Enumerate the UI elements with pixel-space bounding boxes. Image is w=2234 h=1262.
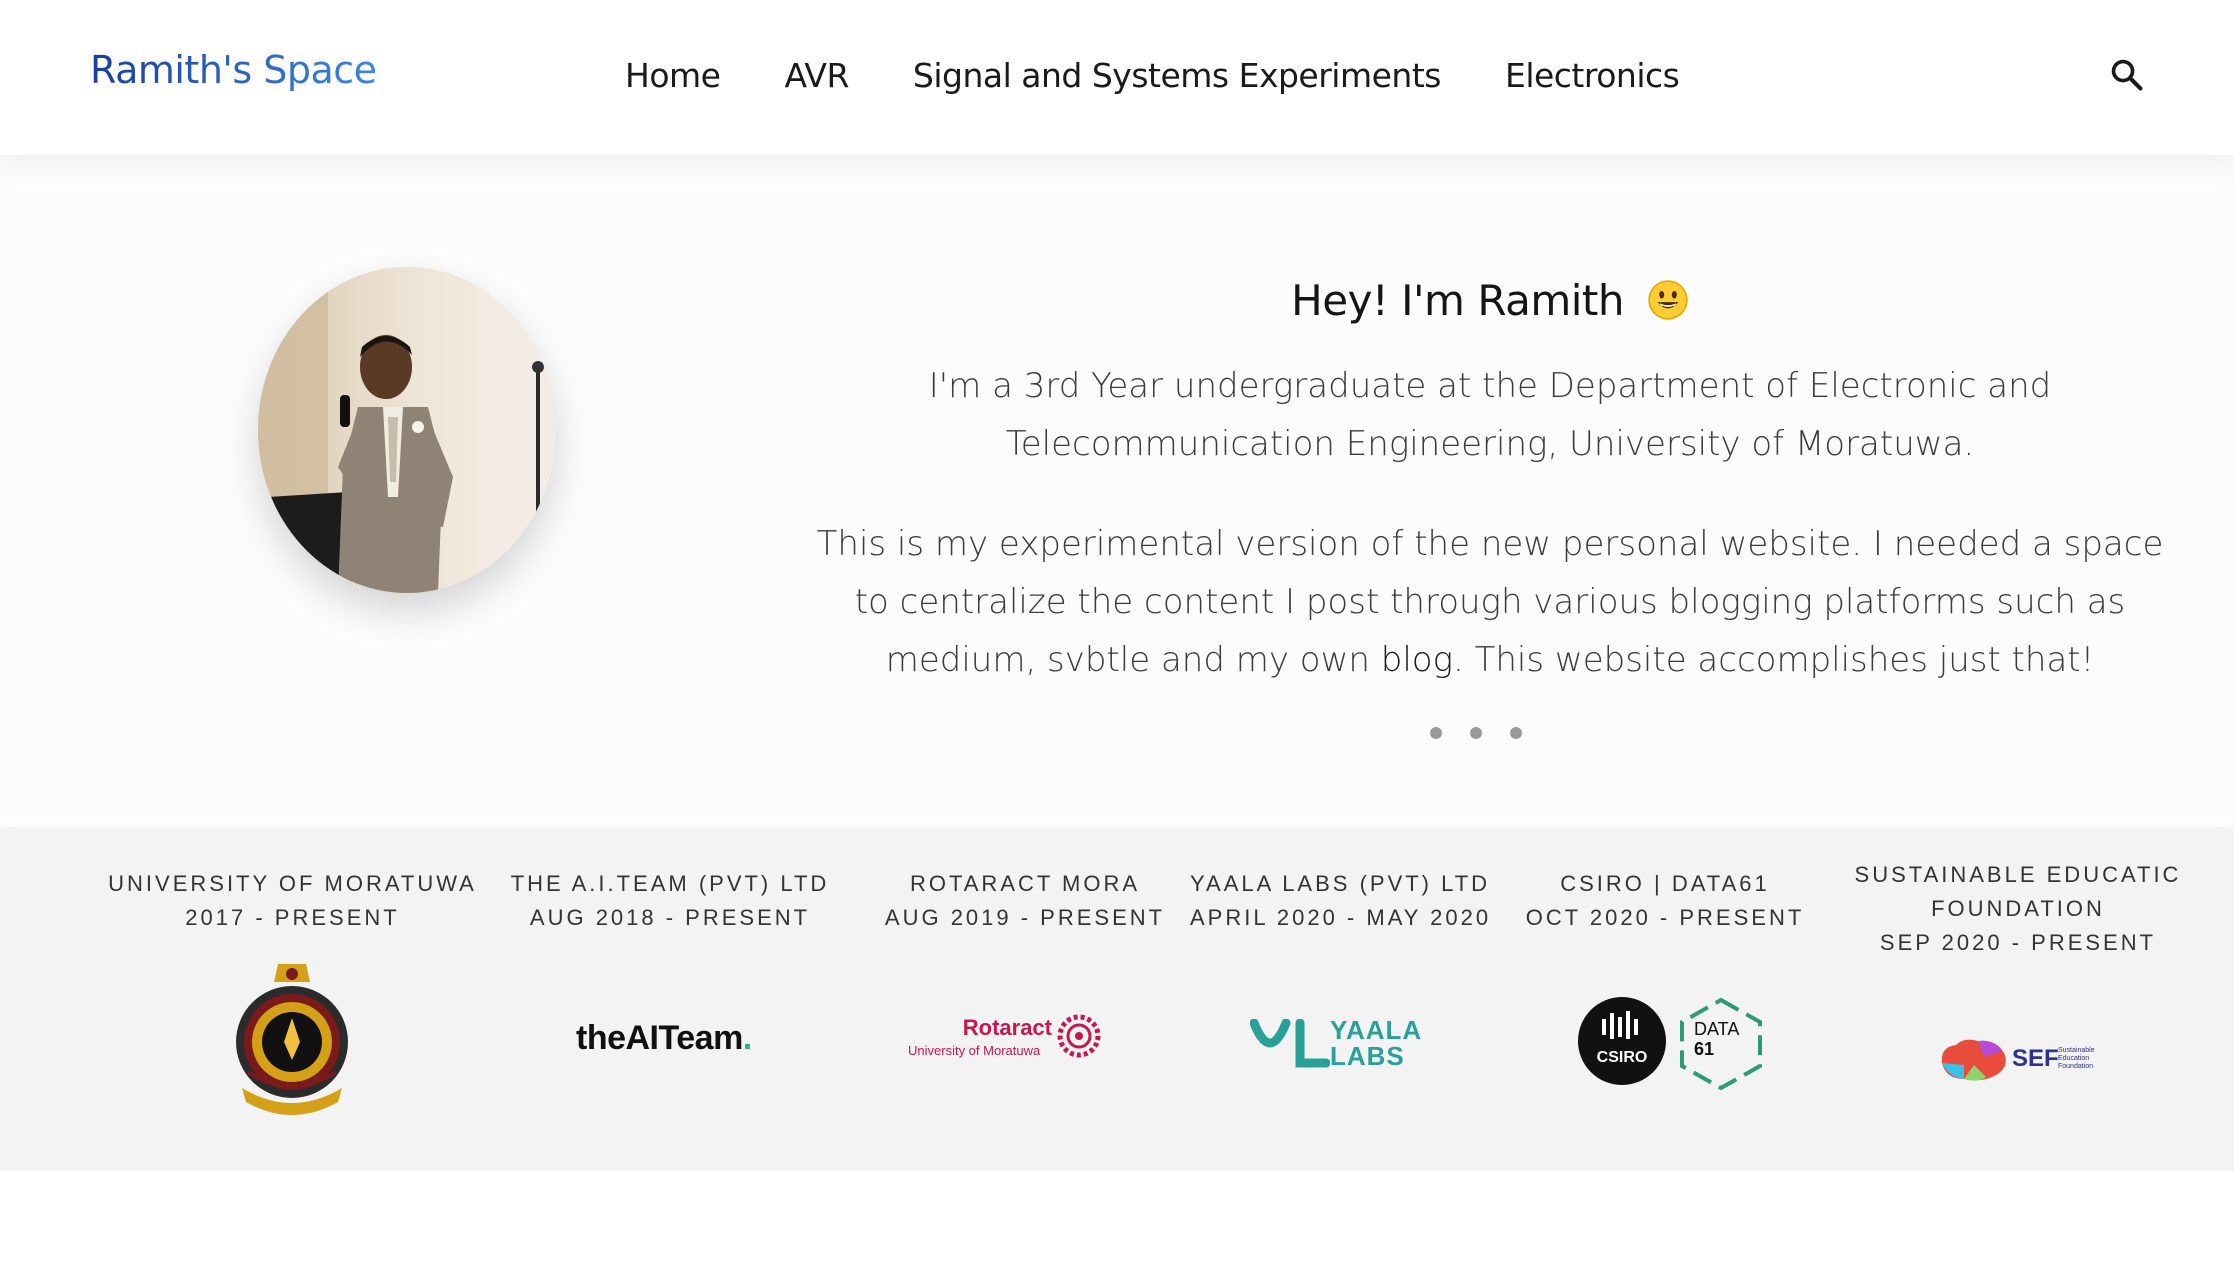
carousel-dot-3[interactable] <box>1510 727 1522 739</box>
carousel-dot-2[interactable] <box>1470 727 1482 739</box>
greeting-text: Hey! I'm Ramith <box>1291 276 1624 325</box>
university-of-moratuwa-logo <box>236 964 348 1115</box>
yaala-logo-text: YAALA <box>1330 1015 1423 1045</box>
smile-emoji-icon <box>1648 280 1688 320</box>
main-nav: Home AVR Signal and Systems Experiments … <box>625 56 1680 95</box>
yaala-labs-logo: YAALA LABS <box>1250 1015 1430 1075</box>
csiro-badge: CSIRO <box>1578 997 1666 1085</box>
labs-logo-text: LABS <box>1330 1041 1405 1071</box>
ai-team-logo-dot: . <box>742 1019 752 1057</box>
affiliation-university-of-moratuwa: UNIVERSITY OF MORATUWA 2017 - PRESENT <box>100 867 485 935</box>
data-logo-text: DATA <box>1694 1019 1740 1039</box>
ai-team-logo: theAITeam. <box>576 1019 752 1058</box>
site-brand-link[interactable]: Ramith's Space <box>90 48 377 92</box>
sef-logo-text: SEF <box>2012 1045 2059 1072</box>
profile-photo <box>258 267 556 593</box>
hero-section: Hey! I'm Ramith I'm a 3rd Year undergrad… <box>0 155 2234 827</box>
rotaract-logo-text: Rotaract <box>962 1015 1052 1040</box>
intro-paragraph-2: This is my experimental version of the n… <box>800 515 2180 689</box>
ai-team-logo-text: theAITeam <box>576 1019 743 1057</box>
carousel-dots <box>1430 727 1522 739</box>
nav-signal-systems[interactable]: Signal and Systems Experiments <box>913 56 1442 95</box>
nav-avr[interactable]: AVR <box>784 56 849 95</box>
yaala-mark-icon <box>1250 1019 1330 1068</box>
affiliation-name: SUSTAINABLE EDUCATIC <box>1854 862 2182 887</box>
affiliation-name: CSIRO | DATA61 <box>1560 871 1770 896</box>
greeting-heading: Hey! I'm Ramith <box>800 265 2180 337</box>
affiliation-name: YAALA LABS (PVT) LTD <box>1190 871 1491 896</box>
affiliation-csiro-data61: CSIRO | DATA61 OCT 2020 - PRESENT <box>1515 867 1815 935</box>
affiliation-period: APRIL 2020 - MAY 2020 <box>1190 905 1492 930</box>
nav-electronics[interactable]: Electronics <box>1505 56 1680 95</box>
carousel-dot-1[interactable] <box>1430 727 1442 739</box>
affiliation-rotaract-mora: ROTARACT MORA AUG 2019 - PRESENT <box>860 867 1190 935</box>
affiliation-ai-team: THE A.I.TEAM (PVT) LTD AUG 2018 - PRESEN… <box>490 867 850 935</box>
search-button[interactable] <box>2108 56 2146 94</box>
affiliation-name: UNIVERSITY OF MORATUWA <box>108 871 477 896</box>
csiro-data61-logo: CSIRO DATA 61 <box>1578 997 1778 1091</box>
affiliation-period: AUG 2018 - PRESENT <box>529 905 811 930</box>
intro-text: Hey! I'm Ramith I'm a 3rd Year undergrad… <box>800 265 2180 689</box>
top-navbar: Ramith's Space Home AVR Signal and Syste… <box>0 0 2234 155</box>
csiro-logo-text: CSIRO <box>1596 1049 1648 1066</box>
paragraph-2-text-end: . This website accomplishes just that! <box>1453 640 2095 680</box>
sef-logo-subtext: Sustainable Education Foundation <box>2058 1047 2095 1070</box>
nav-home[interactable]: Home <box>625 56 721 95</box>
affiliation-period: SEP 2020 - PRESENT <box>1879 930 2157 955</box>
csiro-wave-icon <box>1602 1011 1638 1039</box>
affiliation-period: 2017 - PRESENT <box>185 905 400 930</box>
rotaract-logo: Rotaract University of Moratuwa <box>906 1013 1106 1073</box>
search-icon <box>2111 59 2143 91</box>
affiliation-sustainable-education-foundation: SUSTAINABLE EDUCATIC FOUNDATION SEP 2020… <box>1838 858 2198 960</box>
page-bottom-area <box>0 1171 2234 1262</box>
sef-logo: SEF Sustainable Education Foundation <box>1934 1035 2114 1087</box>
blog-link[interactable]: blog <box>1381 640 1453 680</box>
data61-number-text: 61 <box>1694 1039 1715 1059</box>
affiliation-name: ROTARACT MORA <box>909 871 1141 896</box>
affiliation-period: OCT 2020 - PRESENT <box>1525 905 1805 930</box>
rotaract-logo-subtext: University of Moratuwa <box>908 1043 1041 1058</box>
affiliation-name: THE A.I.TEAM (PVT) LTD <box>510 871 830 896</box>
sef-brain-icon <box>1941 1039 2006 1081</box>
affiliation-yaala-labs: YAALA LABS (PVT) LTD APRIL 2020 - MAY 20… <box>1190 867 1492 935</box>
affiliation-name-line-2: FOUNDATION <box>1931 896 2105 921</box>
intro-paragraph-1: I'm a 3rd Year undergraduate at the Depa… <box>928 366 2052 464</box>
rotary-wheel-icon <box>1057 1014 1101 1058</box>
affiliations-strip: UNIVERSITY OF MORATUWA 2017 - PRESENT TH… <box>0 827 2234 1171</box>
affiliation-period: AUG 2019 - PRESENT <box>884 905 1166 930</box>
